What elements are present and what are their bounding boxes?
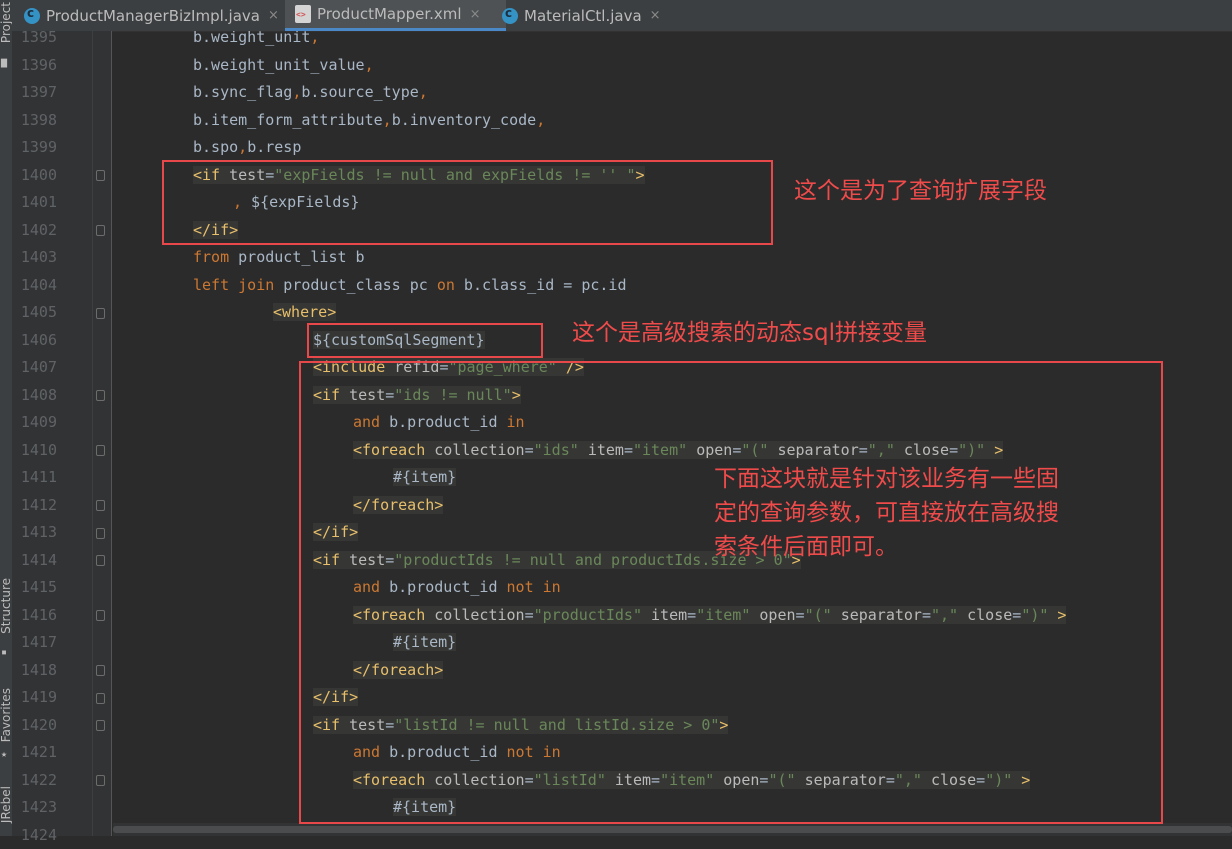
line-number: 1424 <box>12 822 57 849</box>
line-number: 1411 <box>12 464 57 492</box>
fold-marker[interactable] <box>96 775 105 786</box>
fold-marker[interactable] <box>96 390 105 401</box>
xml-file-icon <box>295 5 311 23</box>
fold-marker[interactable] <box>96 665 105 676</box>
close-icon[interactable]: × <box>650 8 661 23</box>
code-line: b.item_form_attribute,b.inventory_code, <box>193 107 545 135</box>
line-number: 1421 <box>12 739 57 767</box>
horizontal-scrollbar[interactable] <box>113 823 1232 836</box>
code-line: b.weight_unit_value, <box>193 52 374 80</box>
line-number: 1414 <box>12 547 57 575</box>
line-number: 1400 <box>12 162 57 190</box>
code-line: b.weight_unit, <box>193 31 319 52</box>
annotation-line: 索条件后面即可。 <box>714 530 1059 564</box>
code-line: from product_list b <box>193 244 365 272</box>
fold-marker[interactable] <box>96 555 105 566</box>
annotation-line: 下面这块就是针对该业务有一些固 <box>714 462 1059 496</box>
line-number: 1415 <box>12 574 57 602</box>
line-number: 1397 <box>12 79 57 107</box>
tab-label: MaterialCtl.java <box>524 7 642 25</box>
line-number: 1423 <box>12 794 57 822</box>
line-number: 1409 <box>12 409 57 437</box>
exp-fields-highlight-box <box>162 160 773 245</box>
fold-marker[interactable] <box>96 170 105 181</box>
line-number: 1399 <box>12 134 57 162</box>
line-number: 1406 <box>12 327 57 355</box>
tab-label: ProductMapper.xml <box>317 5 462 23</box>
structure-icon: ▪ <box>1 648 11 658</box>
fold-marker[interactable] <box>96 610 105 621</box>
tab-label: ProductManagerBizImpl.java <box>46 7 260 25</box>
line-number: 1401 <box>12 189 57 217</box>
code-line: left join product_class pc on b.class_id… <box>193 272 627 300</box>
line-number: 1403 <box>12 244 57 272</box>
line-number: 1422 <box>12 767 57 795</box>
line-number: 1412 <box>12 492 57 520</box>
line-number: 1419 <box>12 684 57 712</box>
fold-marker[interactable] <box>96 225 105 236</box>
fold-marker[interactable] <box>96 500 105 511</box>
code-line: b.spo,b.resp <box>193 134 301 162</box>
line-number: 1417 <box>12 629 57 657</box>
line-number: 1398 <box>12 107 57 135</box>
annotation-line: 定的查询参数，可直接放在高级搜 <box>714 496 1059 530</box>
fold-marker[interactable] <box>96 720 105 731</box>
line-number: 1420 <box>12 712 57 740</box>
annotation-custom-sql: 这个是高级搜索的动态sql拼接变量 <box>572 316 927 350</box>
fold-marker[interactable] <box>96 308 105 319</box>
close-icon[interactable]: × <box>470 7 481 22</box>
annotation-exp-fields: 这个是为了查询扩展字段 <box>794 174 1047 208</box>
editor-tab-bar: ProductManagerBizImpl.java × ProductMapp… <box>12 0 1232 32</box>
line-number: 1413 <box>12 519 57 547</box>
annotation-fixed-params: 下面这块就是针对该业务有一些固 定的查询参数，可直接放在高级搜 索条件后面即可。 <box>714 462 1059 564</box>
line-number: 1395 <box>12 24 57 52</box>
scrollbar-thumb[interactable] <box>113 826 1232 833</box>
fold-guide <box>92 31 93 836</box>
line-number: 1418 <box>12 657 57 685</box>
fold-marker[interactable] <box>96 445 105 456</box>
custom-sql-highlight-box <box>307 323 543 358</box>
tab-product-mapper-xml[interactable]: ProductMapper.xml × <box>285 0 506 31</box>
line-number: 1408 <box>12 382 57 410</box>
close-icon[interactable]: × <box>268 8 279 23</box>
java-class-icon <box>502 8 518 24</box>
java-class-icon <box>24 8 40 24</box>
line-number: 1416 <box>12 602 57 630</box>
line-number: 1410 <box>12 437 57 465</box>
tab-material-ctl[interactable]: MaterialCtl.java × <box>490 0 690 31</box>
line-number: 1402 <box>12 217 57 245</box>
folder-icon: ▆ <box>1 58 11 68</box>
line-number: 1404 <box>12 272 57 300</box>
line-number: 1396 <box>12 52 57 80</box>
code-line: b.sync_flag,b.source_type, <box>193 79 428 107</box>
fixed-params-highlight-box <box>299 361 1163 824</box>
fold-marker[interactable] <box>96 528 105 539</box>
line-number: 1405 <box>12 299 57 327</box>
fold-marker[interactable] <box>96 693 105 704</box>
star-icon: ★ <box>1 750 11 760</box>
line-number: 1407 <box>12 354 57 382</box>
